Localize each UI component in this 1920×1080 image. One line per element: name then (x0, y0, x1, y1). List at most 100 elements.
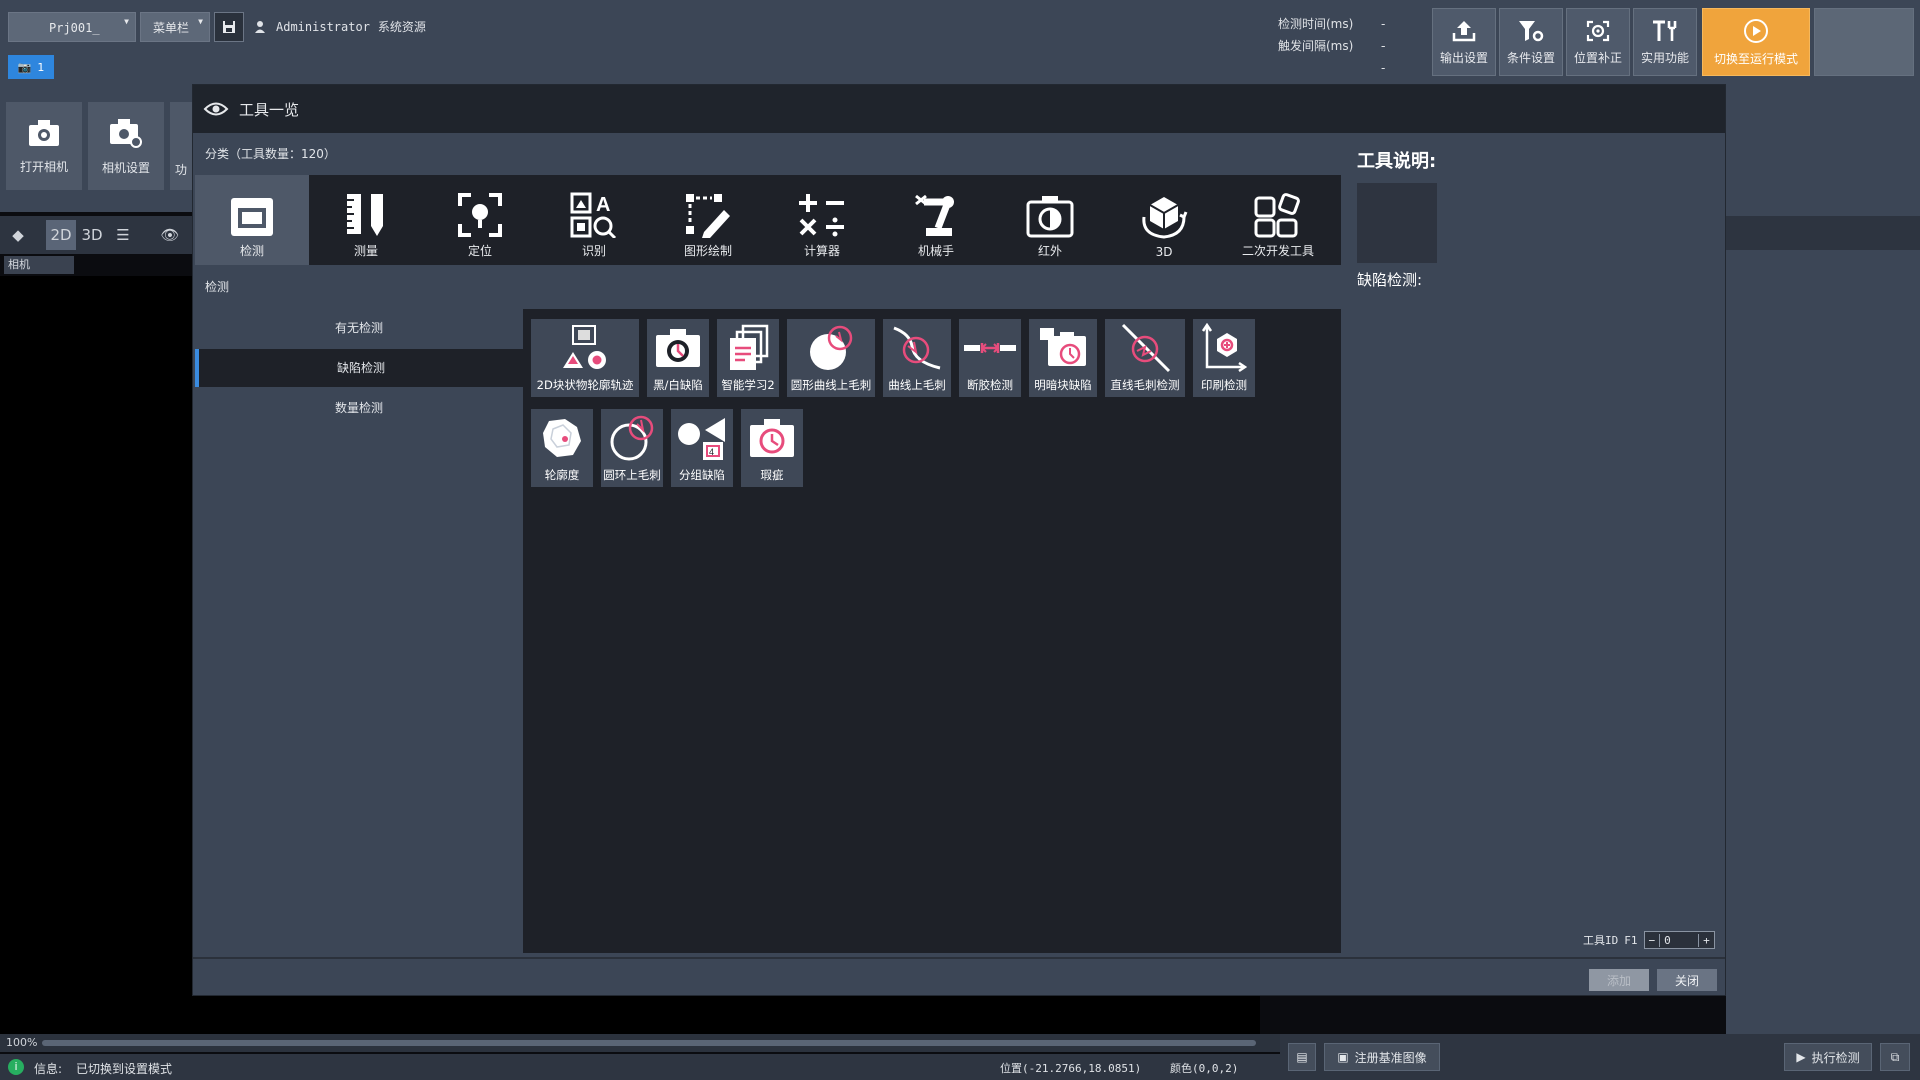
upload-icon (1452, 20, 1476, 41)
category-recognize[interactable]: A 识别 (537, 175, 651, 265)
window-icon: ⧉ (1890, 1049, 1900, 1064)
tool-flaw[interactable]: 瑕疵 (741, 409, 803, 487)
function-button-partial[interactable]: 功 (170, 102, 192, 190)
view-2d-button[interactable]: 2D (46, 220, 76, 250)
utilities-button[interactable]: 实用功能 (1633, 8, 1697, 76)
recognize-icon: A (570, 192, 617, 238)
category-label: 检测 (239, 244, 264, 258)
subcategory-defect[interactable]: 缺陷检测 (195, 349, 523, 387)
run-detection-button[interactable]: ▶ 执行检测 (1784, 1043, 1872, 1071)
menu-select[interactable]: 菜单栏 ▼ (140, 12, 210, 42)
tool-glue-break[interactable]: 断胶检测 (959, 319, 1021, 397)
category-label: 3D (1155, 245, 1173, 259)
increment-button[interactable]: + (1699, 934, 1714, 947)
camera-settings-label: 相机设置 (101, 160, 150, 175)
print-icon (1201, 323, 1247, 373)
circle-burr-icon (810, 325, 853, 370)
layers-icon[interactable]: ◆ (6, 220, 30, 250)
tool-label: 曲线上毛刺 (888, 378, 946, 392)
category-label: 计算器 (803, 244, 840, 258)
project-name: Prj001_ (49, 21, 100, 35)
group-shapes-icon: 4 (678, 418, 725, 460)
tools-icon (1653, 20, 1677, 41)
horizontal-scrollbar[interactable] (42, 1040, 1256, 1046)
camera-settings-button[interactable]: 相机设置 (88, 102, 164, 190)
camera-tag-number: 1 (37, 60, 45, 74)
trigger-interval-label: 触发间隔(ms) (1278, 39, 1354, 53)
camera-icon (29, 119, 59, 146)
tool-line-burr-detect[interactable]: 直线毛刺检测 (1105, 319, 1185, 397)
measure-icon (347, 194, 383, 236)
project-select[interactable]: Prj001_ ▼ (8, 12, 136, 42)
register-reference-image-button[interactable]: ▣ 注册基准图像 (1324, 1043, 1440, 1071)
tool-id-prefix: F1 (1624, 933, 1638, 947)
camera-tag[interactable]: 📷 1 (8, 55, 54, 79)
tool-label: 圆环上毛刺 (603, 468, 661, 482)
window-button[interactable]: ⧉ (1880, 1043, 1910, 1071)
tool-print-detect[interactable]: 印刷检测 (1193, 319, 1255, 397)
category-draw[interactable]: 图形绘制 (651, 175, 765, 265)
tool-ring-burr[interactable]: 圆环上毛刺 (601, 409, 663, 487)
category-label: 红外 (1037, 244, 1062, 258)
bottom-actions: ▤ ▣ 注册基准图像 ▶ 执行检测 ⧉ (1280, 1034, 1920, 1080)
eye-logo-icon (203, 102, 229, 116)
chevron-down-icon: ▼ (124, 17, 129, 26)
tool-circle-curve-burr[interactable]: 圆形曲线上毛刺 (787, 319, 875, 397)
category-robot-arm[interactable]: 机械手 (879, 175, 993, 265)
detect-icon (231, 198, 273, 236)
tool-label: 轮廓度 (544, 468, 580, 482)
open-camera-label: 打开相机 (19, 159, 68, 174)
menu-label: 菜单栏 (153, 21, 190, 35)
detect-time-label: 检测时间(ms) (1278, 17, 1354, 31)
zoom-bar: 100% (0, 1034, 1280, 1052)
tool-group-defect[interactable]: 4 分组缺陷 (671, 409, 733, 487)
tool-light-dark-block-defect[interactable]: 明暗块缺陷 (1029, 319, 1097, 397)
category-infrared[interactable]: 红外 (993, 175, 1107, 265)
tool-id-stepper[interactable]: − 0 + (1643, 931, 1715, 949)
add-button[interactable]: 添加 (1589, 969, 1649, 991)
category-detect[interactable]: 检测 (195, 175, 309, 265)
register-reference-image-label: 注册基准图像 (1354, 1050, 1427, 1065)
tool-preview-image (1357, 183, 1437, 263)
position-correct-button[interactable]: 位置补正 (1566, 8, 1630, 76)
switch-run-mode-button[interactable]: 切换至运行模式 (1702, 8, 1810, 76)
open-camera-button[interactable]: 打开相机 (6, 102, 82, 190)
log-icon: ▤ (1296, 1050, 1308, 1064)
category-measure[interactable]: 测量 (309, 175, 423, 265)
close-button[interactable]: 关闭 (1657, 969, 1717, 991)
tool-black-white-defect[interactable]: 黑/白缺陷 (647, 319, 709, 397)
tool-id-value[interactable]: 0 (1659, 933, 1700, 947)
tool-label: 断胶检测 (967, 378, 1013, 392)
system-resources-link[interactable]: 系统资源 (378, 18, 426, 35)
cursor-position: 位置(-21.2766,18.0851) (1000, 1062, 1142, 1075)
eye-icon[interactable]: 👁 (156, 220, 184, 250)
tool-smart-learning-2[interactable]: 智能学习2 (717, 319, 779, 397)
tool-label: 智能学习2 (721, 378, 775, 392)
tool-2d-blob-contour[interactable]: 2D块状物轮廓轨迹 (531, 319, 639, 397)
view-3d-button[interactable]: 3D (80, 220, 104, 250)
glue-break-icon (964, 343, 1016, 353)
filter-gear-icon (1519, 20, 1544, 41)
condition-settings-button[interactable]: 条件设置 (1499, 8, 1563, 76)
username: Administrator (276, 19, 370, 34)
infrared-icon (1026, 196, 1074, 238)
list-icon[interactable]: ☰ (110, 220, 136, 250)
subcategory-presence[interactable]: 有无检测 (195, 309, 523, 347)
category-calculator[interactable]: 计算器 (765, 175, 879, 265)
top-toolbar: Prj001_ ▼ 菜单栏 ▼ Administrator 系统资源 📷 1 检… (0, 0, 1920, 84)
tool-curve-burr[interactable]: 曲线上毛刺 (883, 319, 951, 397)
category-dev-tools[interactable]: 二次开发工具 (1221, 175, 1335, 265)
subcategory-count[interactable]: 数量检测 (195, 389, 523, 427)
tool-description-title: 工具说明: (1357, 151, 1437, 172)
trigger-interval-value: -- (1381, 39, 1386, 75)
category-locate[interactable]: 定位 (423, 175, 537, 265)
log-button[interactable]: ▤ (1288, 1043, 1316, 1071)
category-label: 二次开发工具 (1241, 244, 1314, 258)
blank-panel (1814, 8, 1914, 76)
output-settings-button[interactable]: 输出设置 (1432, 8, 1496, 76)
info-icon: i (8, 1059, 24, 1075)
decrement-button[interactable]: − (1645, 934, 1660, 947)
category-3d[interactable]: 3D (1107, 175, 1221, 265)
tool-contour-degree[interactable]: 轮廓度 (531, 409, 593, 487)
save-button[interactable] (214, 12, 244, 42)
